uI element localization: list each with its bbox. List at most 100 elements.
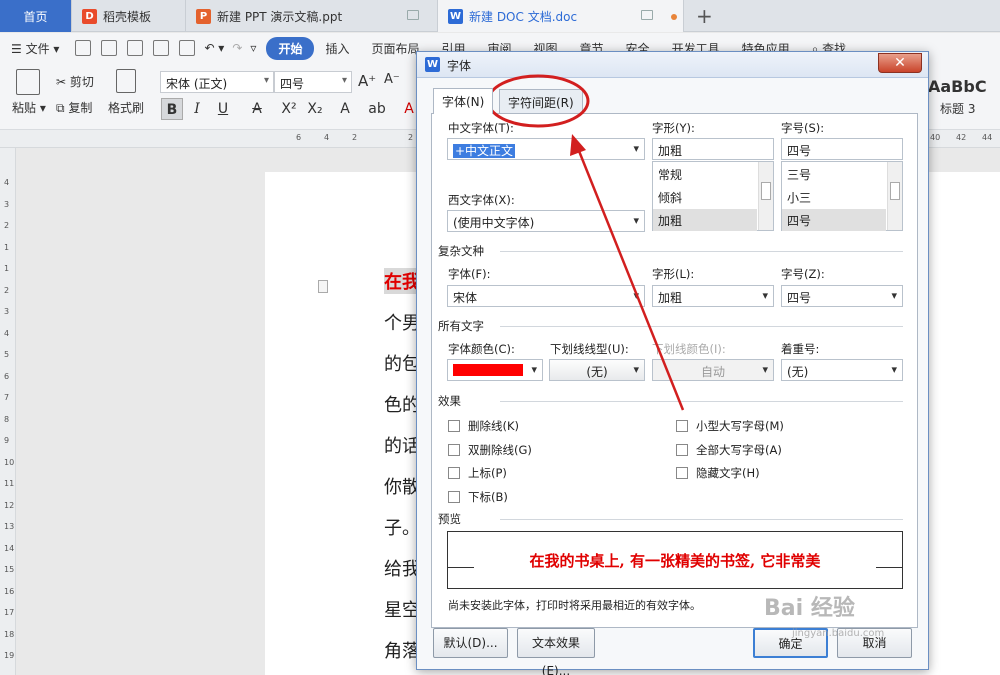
customize-icon[interactable]: ▿: [246, 41, 260, 55]
ruler-tick-label: 7: [4, 393, 10, 402]
checkbox[interactable]: [448, 420, 460, 432]
menu-insert[interactable]: 插入: [314, 40, 360, 57]
redo-icon[interactable]: ↷: [228, 41, 246, 55]
complex-size-select[interactable]: 四号: [781, 285, 903, 307]
font-style-list[interactable]: 常规 倾斜 加粗: [652, 161, 774, 231]
vertical-ruler[interactable]: 4 3 2 1 1 2 3 4 5 6 7 8 9 10 11 12 13 14 15 16 17 18 19: [0, 148, 16, 675]
document-line[interactable]: 给我: [384, 555, 420, 581]
window-icon[interactable]: [641, 10, 653, 20]
baidu-watermark-url: jingyan.baidu.com: [792, 628, 885, 639]
emphasis-select[interactable]: (无): [781, 359, 903, 381]
list-item[interactable]: 三号: [782, 163, 886, 185]
document-line[interactable]: 你散: [384, 473, 420, 499]
font-color-select[interactable]: [447, 359, 543, 381]
dialog-titlebar[interactable]: W 字体 ✕: [417, 52, 928, 78]
undo-icon[interactable]: ↶ ▾: [200, 41, 228, 55]
paste-label: 粘贴: [12, 101, 37, 115]
tab-doc-file[interactable]: W 新建 DOC 文档.doc: [438, 0, 684, 32]
tab-home[interactable]: 首页: [0, 0, 72, 32]
font-not-installed-notice: 尚未安装此字体，打印时将采用最相近的有效字体。: [448, 599, 701, 612]
style-preview[interactable]: AaBbC: [928, 77, 987, 96]
grow-font-icon[interactable]: A⁺: [358, 72, 376, 90]
scrollbar-thumb[interactable]: [761, 182, 771, 200]
list-item[interactable]: 加粗: [653, 209, 757, 231]
hamburger-icon[interactable]: ☰ 文件 ▾: [0, 40, 70, 57]
complex-font-label: 字体(F):: [448, 267, 491, 281]
tab-ppt-file[interactable]: P 新建 PPT 演示文稿.ppt: [186, 0, 438, 32]
underline-type-select[interactable]: (无): [549, 359, 645, 381]
list-item[interactable]: 小三: [782, 186, 886, 208]
strikethrough-icon[interactable]: A: [246, 98, 268, 120]
paragraph-icon[interactable]: [318, 280, 328, 293]
complex-style-select[interactable]: 加粗: [652, 285, 774, 307]
format-painter-icon[interactable]: [116, 69, 136, 93]
document-line[interactable]: 的话: [384, 432, 420, 458]
small-caps-checkbox[interactable]: 小型大写字母(M): [676, 418, 784, 434]
bold-icon[interactable]: B: [161, 98, 183, 120]
window-icon[interactable]: [407, 10, 419, 20]
paste-button[interactable]: 粘贴 ▾: [12, 99, 46, 116]
document-line[interactable]: 子。: [384, 514, 420, 540]
checkbox[interactable]: [448, 491, 460, 503]
default-button[interactable]: 默认(D)...: [433, 628, 508, 658]
list-item[interactable]: 倾斜: [653, 186, 757, 208]
hidden-text-checkbox[interactable]: 隐藏文字(H): [676, 465, 760, 481]
menu-start[interactable]: 开始: [266, 36, 315, 60]
superscript-icon[interactable]: X²: [278, 98, 300, 120]
tab-character-spacing[interactable]: 字符间距(R): [499, 89, 583, 113]
export-icon[interactable]: [127, 40, 144, 56]
underline-icon[interactable]: U: [212, 98, 234, 120]
complex-font-select[interactable]: 宋体: [447, 285, 645, 307]
text-effect-icon[interactable]: A: [334, 98, 356, 120]
format-painter-button[interactable]: 格式刷: [108, 99, 144, 116]
ruler-tick-label: 15: [4, 565, 15, 574]
document-line[interactable]: 的包: [384, 350, 420, 376]
font-size-list[interactable]: 三号 小三 四号: [781, 161, 903, 231]
checkbox-label: 下标(B): [468, 490, 508, 504]
tab-docer-templates[interactable]: D 稻壳模板: [72, 0, 186, 32]
text-effect-button[interactable]: 文本效果(E)...: [517, 628, 595, 675]
font-name-select[interactable]: 宋体 (正文): [160, 71, 274, 93]
scrollbar[interactable]: [887, 162, 902, 230]
checkbox[interactable]: [676, 467, 688, 479]
highlight-icon[interactable]: ab: [366, 98, 388, 120]
document-line[interactable]: 角落: [384, 637, 420, 663]
font-style-input[interactable]: 加粗: [652, 138, 774, 160]
western-font-select[interactable]: (使用中文字体): [447, 210, 645, 232]
document-line[interactable]: 个男: [384, 309, 420, 335]
scrollbar[interactable]: [758, 162, 773, 230]
add-tab-icon[interactable]: +: [696, 4, 713, 28]
document-line[interactable]: 星空: [384, 596, 420, 622]
close-button[interactable]: ✕: [878, 53, 922, 73]
cut-button[interactable]: ✂ 剪切: [56, 73, 94, 90]
double-strikethrough-checkbox[interactable]: 双删除线(G): [448, 442, 532, 458]
ruler-tick-label: 18: [4, 629, 15, 639]
print-icon[interactable]: [153, 40, 170, 56]
checkbox[interactable]: [676, 444, 688, 456]
document-line[interactable]: 色的: [384, 391, 420, 417]
checkbox[interactable]: [448, 467, 460, 479]
checkbox[interactable]: [448, 444, 460, 456]
subscript-icon[interactable]: X₂: [304, 98, 326, 120]
menu-file[interactable]: 文件: [26, 42, 50, 56]
font-size-input[interactable]: 四号: [781, 138, 903, 160]
open-folder-icon[interactable]: [75, 40, 92, 56]
list-item[interactable]: 常规: [653, 163, 757, 185]
italic-icon[interactable]: I: [186, 98, 208, 120]
print-preview-icon[interactable]: [179, 40, 196, 56]
shrink-font-icon[interactable]: A⁻: [384, 72, 400, 87]
superscript-checkbox[interactable]: 上标(P): [448, 465, 507, 481]
save-icon[interactable]: [101, 40, 118, 56]
paste-icon[interactable]: [16, 69, 40, 95]
copy-button[interactable]: ⧉ 复制: [56, 99, 92, 116]
document-line[interactable]: 在我: [384, 268, 420, 294]
subscript-checkbox[interactable]: 下标(B): [448, 489, 508, 505]
checkbox[interactable]: [676, 420, 688, 432]
chinese-font-select[interactable]: +中文正文: [447, 138, 645, 160]
scrollbar-thumb[interactable]: [890, 182, 900, 200]
tab-font[interactable]: 字体(N): [433, 88, 494, 114]
list-item[interactable]: 四号: [782, 209, 886, 231]
font-size-select[interactable]: 四号: [274, 71, 352, 93]
strikethrough-checkbox[interactable]: 删除线(K): [448, 418, 519, 434]
all-caps-checkbox[interactable]: 全部大写字母(A): [676, 442, 782, 458]
